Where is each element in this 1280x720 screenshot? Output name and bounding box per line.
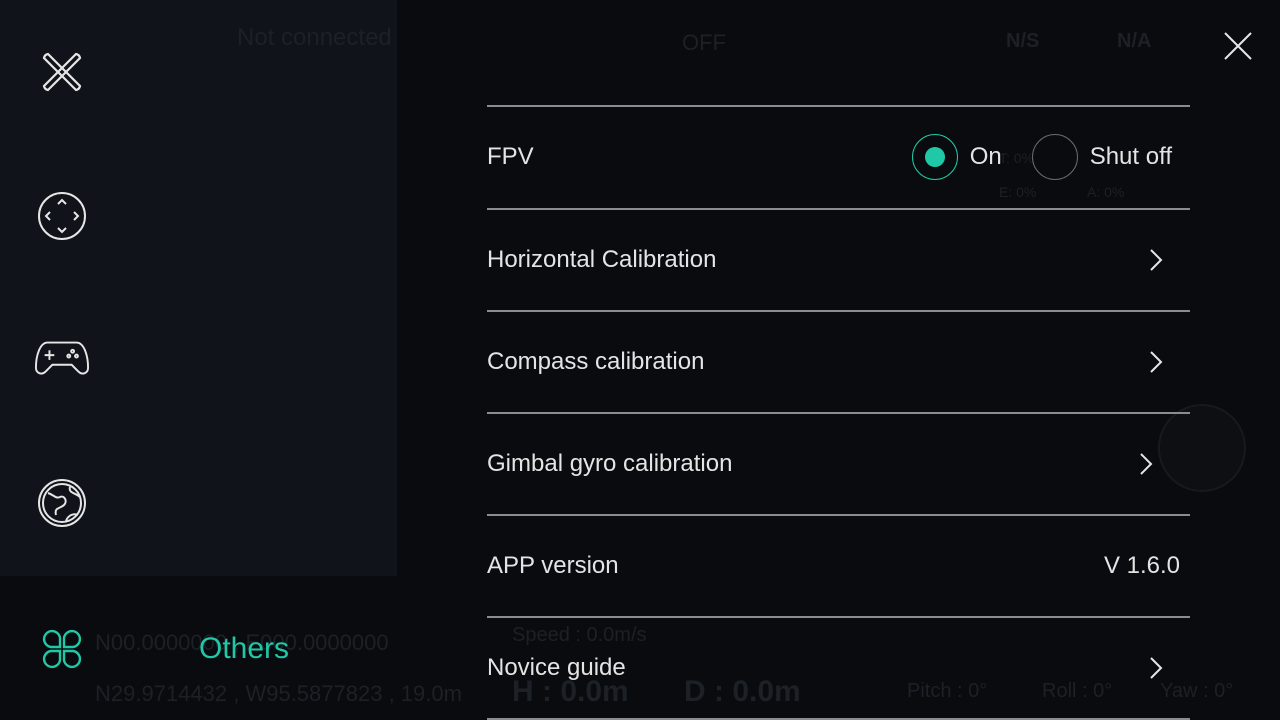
horizontal-calibration-row[interactable]: Horizontal Calibration <box>487 208 1190 310</box>
clover-icon <box>42 629 82 669</box>
chevron-right-icon <box>1136 648 1176 688</box>
fpv-row: FPV On Shut off <box>487 105 1190 207</box>
gamepad-icon <box>34 341 90 375</box>
sidebar-item-others[interactable] <box>34 621 90 677</box>
compass-calibration-label: Compass calibration <box>487 348 705 375</box>
app-version-row: APP version V 1.6.0 <box>487 514 1190 616</box>
compass-calibration-row[interactable]: Compass calibration <box>487 310 1190 412</box>
horizontal-calibration-label: Horizontal Calibration <box>487 246 717 273</box>
novice-guide-label: Novice guide <box>487 654 626 681</box>
radio-selected-icon <box>911 134 958 180</box>
close-icon <box>1224 32 1252 60</box>
drone-icon <box>42 52 82 92</box>
bg-gps-text: N/S <box>1006 30 1040 52</box>
novice-guide-row[interactable]: Novice guide <box>487 616 1190 720</box>
chevron-right-icon <box>1136 240 1176 280</box>
fpv-label: FPV <box>487 143 534 170</box>
fpv-on-label: On <box>969 143 1002 170</box>
sidebar-others-label[interactable]: Others <box>199 632 289 666</box>
radio-unselected-icon <box>1031 134 1078 180</box>
connection-status: Not connected <box>237 24 392 51</box>
sidebar-item-aircraft[interactable] <box>34 44 90 100</box>
fpv-on-radio[interactable]: On <box>911 134 1002 180</box>
bg-off-text: OFF <box>682 30 726 55</box>
fpv-off-radio[interactable]: Shut off <box>1031 134 1172 180</box>
gimbal-control-icon <box>38 192 86 240</box>
sidebar-item-remote[interactable] <box>34 330 90 386</box>
chevron-right-icon <box>1136 342 1176 382</box>
fpv-off-label: Shut off <box>1089 143 1172 170</box>
close-button[interactable] <box>1218 26 1258 66</box>
app-version-label: APP version <box>487 552 619 579</box>
gimbal-gyro-calibration-row[interactable]: Gimbal gyro calibration <box>487 412 1190 514</box>
bg-battery-text: N/A <box>1117 30 1152 52</box>
app-version-value: V 1.6.0 <box>1103 552 1180 579</box>
bg-controller-coords: N29.9714432 , W95.5877823 , 19.0m <box>95 681 462 706</box>
gimbal-gyro-calibration-label: Gimbal gyro calibration <box>487 450 733 477</box>
globe-icon <box>38 479 86 527</box>
sidebar-item-general[interactable] <box>34 475 90 531</box>
sidebar-item-gimbal[interactable] <box>34 188 90 244</box>
chevron-right-icon <box>1126 444 1166 484</box>
